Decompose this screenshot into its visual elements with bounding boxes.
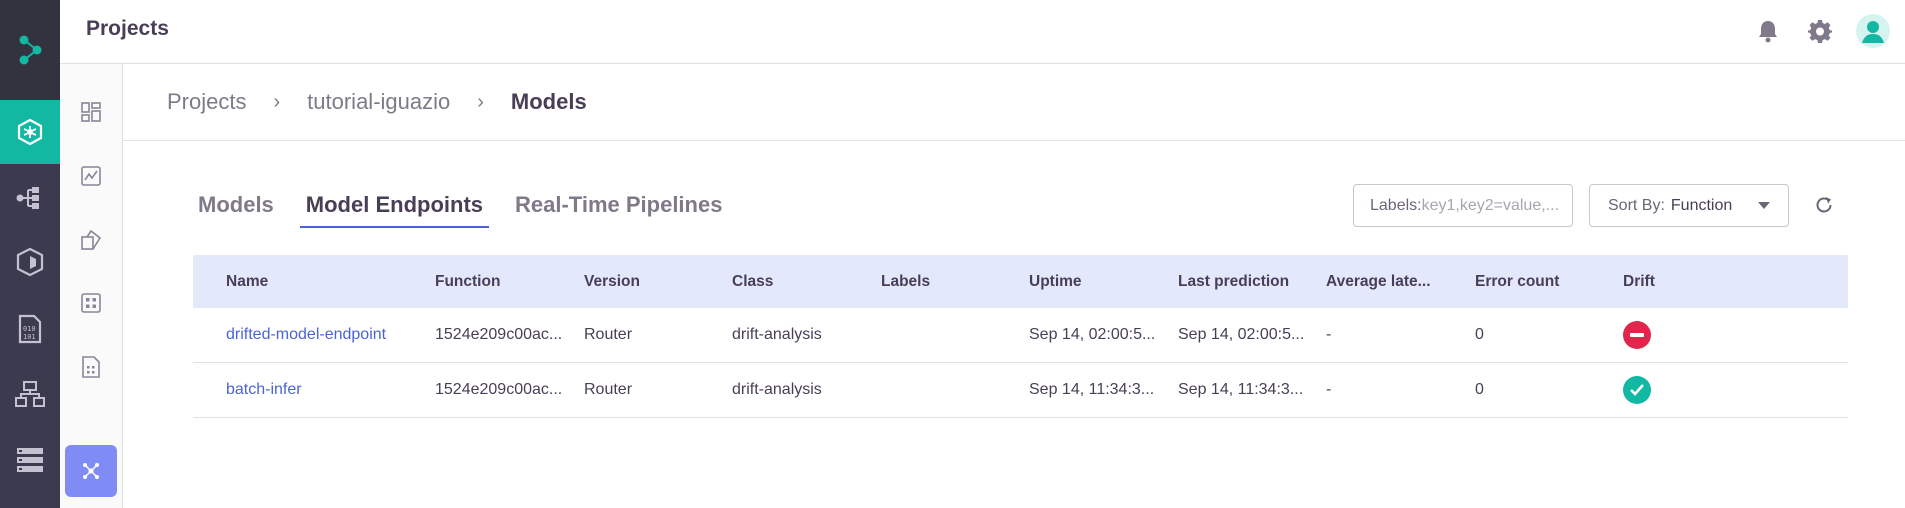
sidebar-item-monitor[interactable] bbox=[65, 150, 117, 202]
table-row[interactable]: drifted-model-endpoint 1524e209c00ac... … bbox=[193, 308, 1848, 363]
sort-by-value: Function bbox=[1670, 196, 1733, 214]
settings-button[interactable] bbox=[1803, 14, 1837, 48]
version-cell: Router bbox=[584, 326, 633, 343]
logo-icon bbox=[19, 35, 42, 65]
nav-data-stores[interactable] bbox=[0, 428, 60, 492]
tab-model-endpoints[interactable]: Model Endpoints bbox=[299, 190, 489, 228]
sidebar-item-models[interactable] bbox=[65, 445, 117, 497]
column-header[interactable]: Drift bbox=[1623, 273, 1743, 291]
column-header[interactable]: Labels bbox=[881, 273, 1029, 291]
breadcrumb-current: Models bbox=[510, 89, 587, 114]
main-nav-rail: 010 101 bbox=[0, 0, 60, 508]
labels-filter-input[interactable]: Labels: key1,key2=value,... bbox=[1353, 184, 1573, 227]
column-header[interactable]: Last prediction bbox=[1178, 273, 1326, 291]
error-count-cell: 0 bbox=[1475, 326, 1484, 343]
version-cell: Router bbox=[584, 381, 633, 398]
table-row[interactable]: batch-infer 1524e209c00ac... Router drif… bbox=[193, 363, 1848, 418]
gear-icon bbox=[1808, 20, 1832, 43]
svg-text:101: 101 bbox=[23, 333, 36, 341]
labels-filter-placeholder: key1,key2=value,... bbox=[1421, 196, 1560, 214]
breadcrumb: Projects › tutorial-iguazio › Models bbox=[123, 64, 1905, 141]
refresh-icon bbox=[1816, 197, 1832, 213]
logo[interactable] bbox=[0, 0, 60, 100]
function-cell: 1524e209c00ac... bbox=[435, 326, 563, 343]
svg-text:010: 010 bbox=[23, 325, 36, 333]
class-cell: drift-analysis bbox=[732, 326, 822, 343]
binary-file-icon: 010 101 bbox=[18, 314, 42, 344]
drift-cell bbox=[1623, 376, 1743, 404]
hexagon-network-icon bbox=[17, 118, 43, 146]
class-cell: drift-analysis bbox=[732, 381, 822, 398]
endpoint-name-link[interactable]: batch-infer bbox=[226, 381, 302, 398]
nav-models[interactable] bbox=[0, 230, 60, 294]
feature-store-icon bbox=[81, 230, 101, 250]
network-icon bbox=[15, 381, 45, 407]
tab-real-time-pipelines[interactable]: Real-Time Pipelines bbox=[515, 190, 728, 228]
user-avatar-button[interactable] bbox=[1856, 14, 1890, 48]
tab-models[interactable]: Models bbox=[198, 190, 280, 228]
column-header[interactable]: Uptime bbox=[1029, 273, 1178, 291]
page-title: Projects bbox=[86, 17, 169, 40]
sidebar-item-artifacts[interactable] bbox=[65, 341, 117, 393]
database-list-icon bbox=[17, 448, 43, 472]
model-network-icon bbox=[83, 463, 99, 479]
refresh-button[interactable] bbox=[1811, 192, 1837, 218]
column-header[interactable]: Name bbox=[193, 273, 435, 291]
nav-artifacts[interactable]: 010 101 bbox=[0, 297, 60, 361]
nav-network[interactable] bbox=[0, 362, 60, 426]
endpoint-name-cell: drifted-model-endpoint bbox=[193, 326, 435, 344]
last-prediction-cell: Sep 14, 02:00:5... bbox=[1178, 326, 1305, 343]
labels-filter-prefix: Labels: bbox=[1370, 196, 1422, 214]
sort-by-select[interactable]: Sort By: Function bbox=[1589, 184, 1789, 227]
nav-pipelines[interactable] bbox=[0, 166, 60, 230]
breadcrumb-project[interactable]: tutorial-iguazio bbox=[307, 89, 450, 115]
pipeline-icon bbox=[16, 187, 39, 209]
uptime-cell: Sep 14, 02:00:5... bbox=[1029, 326, 1156, 343]
last-prediction-cell: Sep 14, 11:34:3... bbox=[1178, 381, 1304, 398]
dashboard-icon bbox=[81, 102, 101, 122]
endpoint-name-cell: batch-infer bbox=[193, 381, 435, 399]
function-cell: 1524e209c00ac... bbox=[435, 381, 563, 398]
error-count-cell: 0 bbox=[1475, 381, 1484, 398]
column-header[interactable]: Class bbox=[732, 273, 881, 291]
sidebar-item-feature-store[interactable] bbox=[65, 214, 117, 266]
column-header[interactable]: Average late... bbox=[1326, 273, 1475, 291]
sort-by-label: Sort By: bbox=[1608, 196, 1665, 214]
nav-projects[interactable] bbox=[0, 100, 60, 164]
chevron-down-icon bbox=[1758, 202, 1770, 209]
document-icon bbox=[82, 356, 100, 378]
grid-icon bbox=[81, 293, 101, 313]
table-header: Name Function Version Class Labels Uptim… bbox=[193, 255, 1848, 308]
column-header[interactable]: Version bbox=[584, 273, 732, 291]
notifications-button[interactable] bbox=[1751, 14, 1785, 48]
breadcrumb-projects[interactable]: Projects bbox=[167, 89, 246, 115]
activity-chart-icon bbox=[81, 166, 101, 186]
average-latency-cell: - bbox=[1326, 326, 1332, 343]
average-latency-cell: - bbox=[1326, 381, 1332, 398]
drift-cell bbox=[1623, 321, 1743, 349]
endpoint-name-link[interactable]: drifted-model-endpoint bbox=[226, 326, 386, 343]
content-tabs: Models Model Endpoints Real-Time Pipelin… bbox=[198, 190, 754, 228]
breadcrumb-separator: › bbox=[477, 90, 484, 113]
drift-detected-icon bbox=[1623, 321, 1651, 349]
cube-icon bbox=[16, 247, 44, 277]
column-header[interactable]: Error count bbox=[1475, 273, 1623, 291]
breadcrumb-separator: › bbox=[273, 90, 281, 113]
no-drift-icon bbox=[1623, 376, 1651, 404]
sidebar-item-dashboard[interactable] bbox=[65, 86, 117, 138]
sidebar-item-datasets[interactable] bbox=[65, 277, 117, 329]
column-header[interactable]: Function bbox=[435, 273, 584, 291]
avatar-icon bbox=[1856, 14, 1890, 48]
bell-icon bbox=[1759, 21, 1777, 43]
model-endpoints-table: Name Function Version Class Labels Uptim… bbox=[193, 255, 1848, 418]
top-header: Projects bbox=[60, 0, 1905, 64]
project-sidebar bbox=[60, 64, 123, 508]
uptime-cell: Sep 14, 11:34:3... bbox=[1029, 381, 1155, 398]
